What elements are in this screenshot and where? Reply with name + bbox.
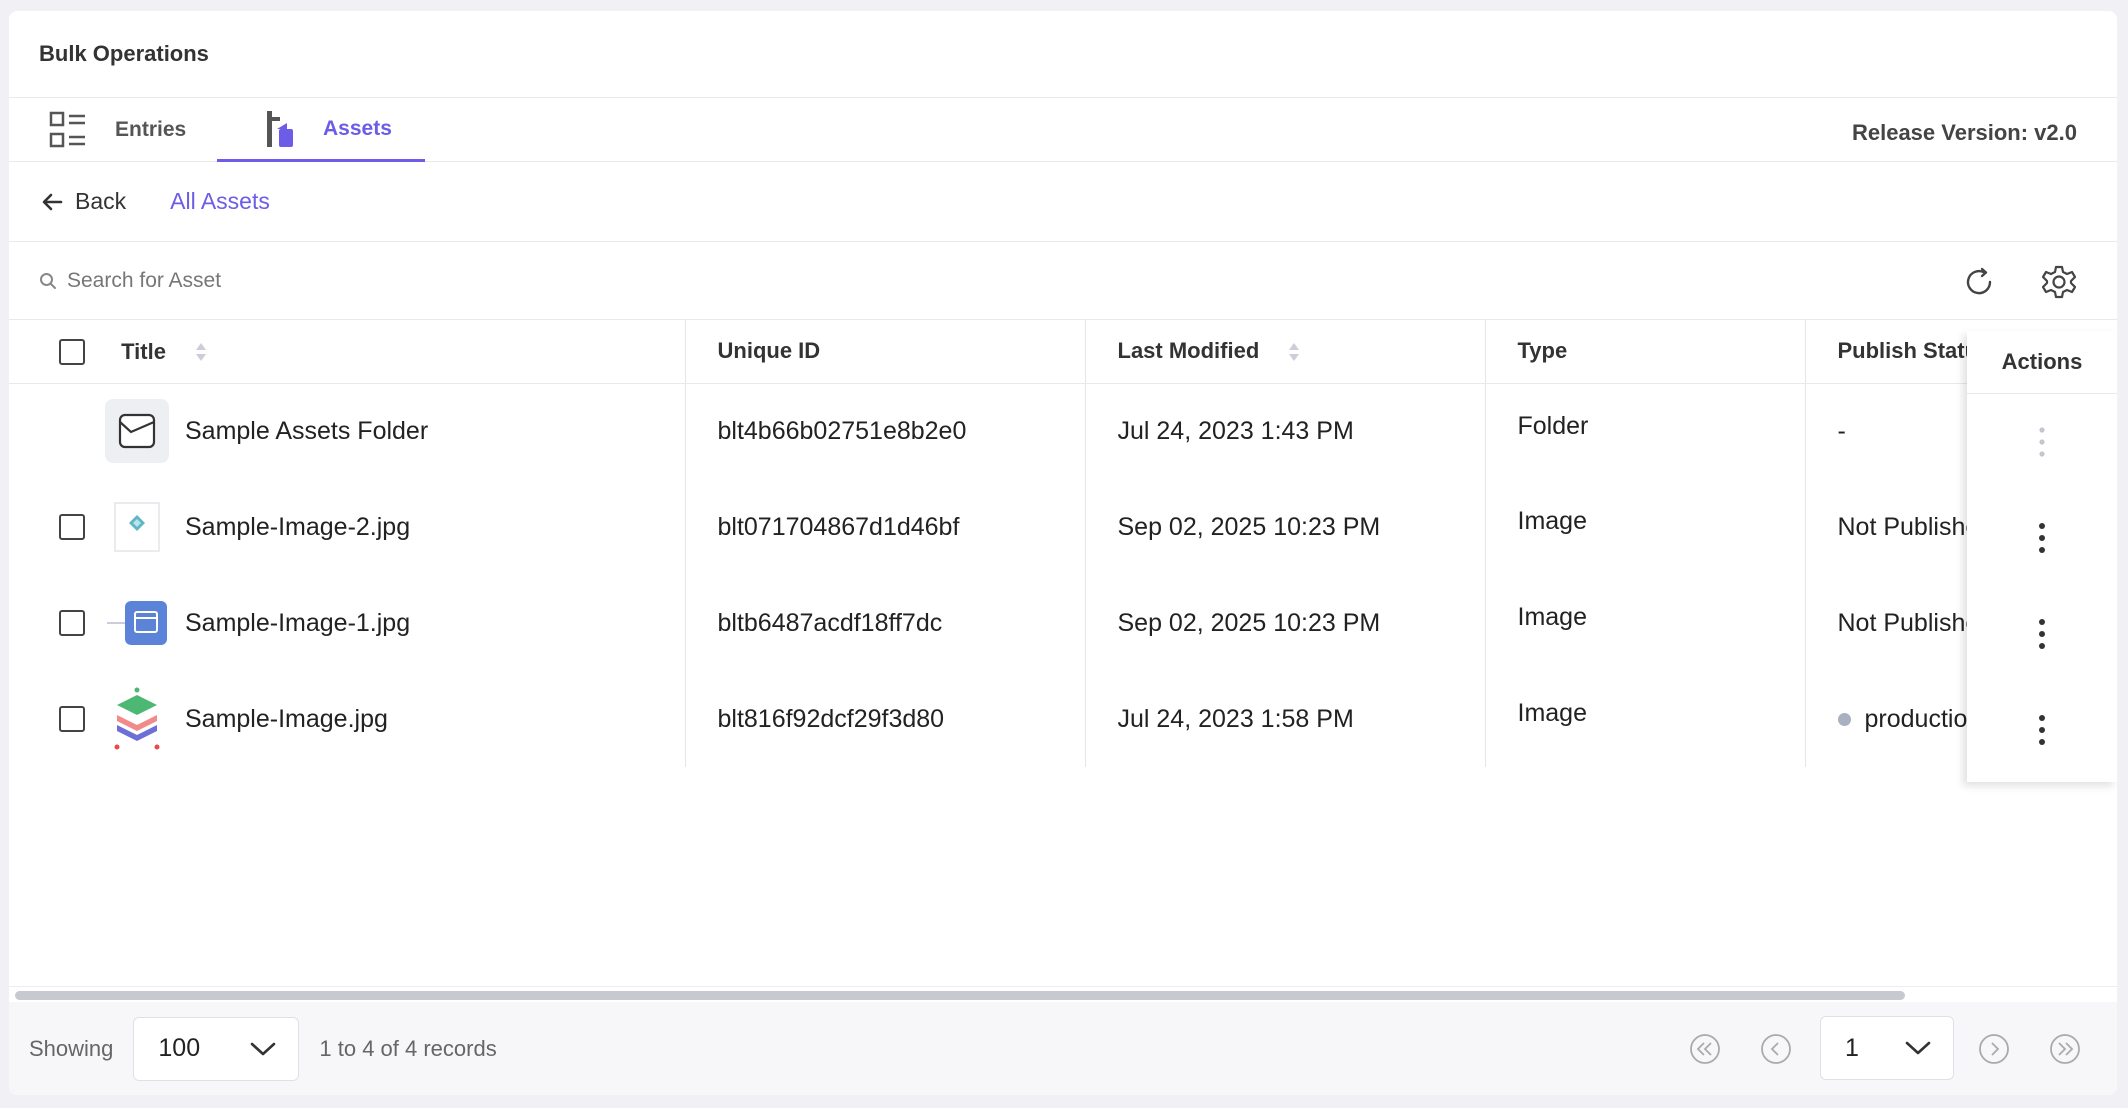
image-icon xyxy=(114,687,160,750)
uid-cell: blt071704867d1d46bf xyxy=(684,479,1085,575)
actions-column: Actions xyxy=(1967,331,2117,782)
arrow-left-icon xyxy=(42,193,63,210)
type-cell: Folder xyxy=(1484,383,1805,479)
table-row[interactable]: Sample Assets Folder blt4b66b02751e8b2e0… xyxy=(9,383,2117,479)
pagination-footer: Showing 100 1 to 4 of 4 records 1 xyxy=(9,1002,2117,1095)
horizontal-scrollbar[interactable] xyxy=(9,986,2117,1002)
page-number-value: 1 xyxy=(1845,1033,1859,1062)
modified-header-label: Last Modified xyxy=(1117,338,1260,364)
table-row[interactable]: Sample-Image-1.jpg bltb6487acdf18ff7dc S… xyxy=(9,575,2117,671)
status-dot xyxy=(1837,712,1851,726)
table-row[interactable]: Sample-Image-2.jpg blt071704867d1d46bf S… xyxy=(9,479,2117,575)
chevron-down-icon xyxy=(251,1042,276,1055)
all-assets-link[interactable]: All Assets xyxy=(170,188,270,215)
title-header-label: Title xyxy=(121,338,166,364)
title-cell: Sample-Image-2.jpg xyxy=(9,479,685,575)
scrollbar-thumb[interactable] xyxy=(15,991,1905,1000)
row-actions-button[interactable] xyxy=(1967,682,2117,778)
actions-column-header: Actions xyxy=(1967,331,2117,394)
title-column-header: Title xyxy=(9,320,685,384)
page-size-value: 100 xyxy=(158,1034,201,1062)
folder-thumbnail xyxy=(105,399,169,464)
row-actions-button[interactable] xyxy=(1967,586,2117,682)
image-icon xyxy=(107,601,167,645)
uid-column-header: Unique ID xyxy=(684,320,1085,384)
table-row[interactable]: Sample-Image.jpg blt816f92dcf29f3d80 Jul… xyxy=(9,671,2117,767)
title-cell: Sample-Image.jpg xyxy=(9,671,685,767)
select-all-checkbox[interactable] xyxy=(59,338,85,365)
uid-cell: blt816f92dcf29f3d80 xyxy=(684,671,1085,767)
row-actions-button[interactable] xyxy=(1967,394,2117,490)
type-cell: Image xyxy=(1484,671,1805,767)
first-page-icon[interactable] xyxy=(1689,1033,1721,1065)
breadcrumb: Back All Assets xyxy=(9,162,2117,242)
tab-assets[interactable]: Assets xyxy=(217,98,425,162)
table-header-row: Title Unique ID Last Modified Type Publi… xyxy=(9,320,2117,384)
prev-page-icon[interactable] xyxy=(1760,1033,1792,1065)
image-thumbnail xyxy=(105,591,169,655)
back-button[interactable]: Back xyxy=(41,188,126,215)
refresh-button[interactable] xyxy=(1959,262,1999,302)
chevron-down-icon xyxy=(1905,1041,1931,1055)
row-actions-button[interactable] xyxy=(1967,490,2117,586)
bulk-operations-panel: Bulk Operations Entries Assets Release V… xyxy=(9,11,2117,1095)
search-input[interactable] xyxy=(67,268,667,293)
settings-button[interactable] xyxy=(2039,262,2079,302)
modified-cell: Sep 02, 2025 10:23 PM xyxy=(1084,575,1485,671)
asset-title[interactable]: Sample Assets Folder xyxy=(185,417,428,446)
kebab-menu-icon xyxy=(2039,619,2045,649)
tab-entries[interactable]: Entries xyxy=(49,98,186,162)
uid-cell: bltb6487acdf18ff7dc xyxy=(684,575,1085,671)
kebab-menu-icon xyxy=(2039,715,2045,745)
asset-title[interactable]: Sample-Image-2.jpg xyxy=(185,513,410,542)
search-icon xyxy=(40,272,56,289)
asset-title[interactable]: Sample-Image.jpg xyxy=(185,705,388,734)
app-header: Bulk Operations xyxy=(9,11,2117,98)
status-label: production xyxy=(1864,704,1982,733)
row-checkbox[interactable] xyxy=(59,610,85,636)
tab-entries-label: Entries xyxy=(115,118,187,141)
asset-title[interactable]: Sample-Image-1.jpg xyxy=(185,609,410,638)
kebab-menu-icon xyxy=(2039,523,2045,553)
refresh-icon xyxy=(1966,267,1992,295)
modified-cell: Sep 02, 2025 10:23 PM xyxy=(1084,479,1485,575)
modified-cell: Jul 24, 2023 1:58 PM xyxy=(1084,671,1485,767)
list-icon xyxy=(49,111,85,148)
uid-cell: blt4b66b02751e8b2e0 xyxy=(684,383,1085,479)
gear-icon xyxy=(2041,265,2077,299)
row-checkbox[interactable] xyxy=(59,514,85,540)
tab-bar: Entries Assets Release Version: v2.0 xyxy=(9,98,2117,162)
last-page-icon[interactable] xyxy=(2049,1033,2081,1065)
image-thumbnail xyxy=(105,687,169,751)
sort-icon[interactable] xyxy=(1287,341,1301,363)
sort-icon[interactable] xyxy=(194,341,208,363)
type-cell: Image xyxy=(1484,479,1805,575)
page-title: Bulk Operations xyxy=(39,41,209,66)
modified-cell: Jul 24, 2023 1:43 PM xyxy=(1084,383,1485,479)
showing-label: Showing xyxy=(29,1035,114,1061)
assets-table: Title Unique ID Last Modified Type Publi… xyxy=(9,320,2117,767)
kebab-menu-icon xyxy=(2039,427,2045,457)
back-label: Back xyxy=(75,188,127,214)
title-cell: Sample Assets Folder xyxy=(9,383,685,479)
records-count: 1 to 4 of 4 records xyxy=(319,1035,497,1061)
image-icon xyxy=(114,502,160,552)
row-checkbox[interactable] xyxy=(59,706,85,732)
title-cell: Sample-Image-1.jpg xyxy=(9,575,685,671)
type-cell: Image xyxy=(1484,575,1805,671)
next-page-icon[interactable] xyxy=(1978,1033,2010,1065)
type-column-header: Type xyxy=(1484,320,1805,384)
tab-assets-label: Assets xyxy=(323,116,392,140)
page-number-select[interactable]: 1 xyxy=(1820,1016,1954,1080)
image-thumbnail xyxy=(105,495,169,559)
release-version: Release Version: v2.0 xyxy=(1851,120,2077,145)
assets-icon xyxy=(267,110,293,147)
page-size-select[interactable]: 100 xyxy=(133,1016,300,1081)
modified-column-header: Last Modified xyxy=(1084,320,1485,384)
folder-icon xyxy=(118,414,156,449)
search-bar xyxy=(9,242,2117,320)
